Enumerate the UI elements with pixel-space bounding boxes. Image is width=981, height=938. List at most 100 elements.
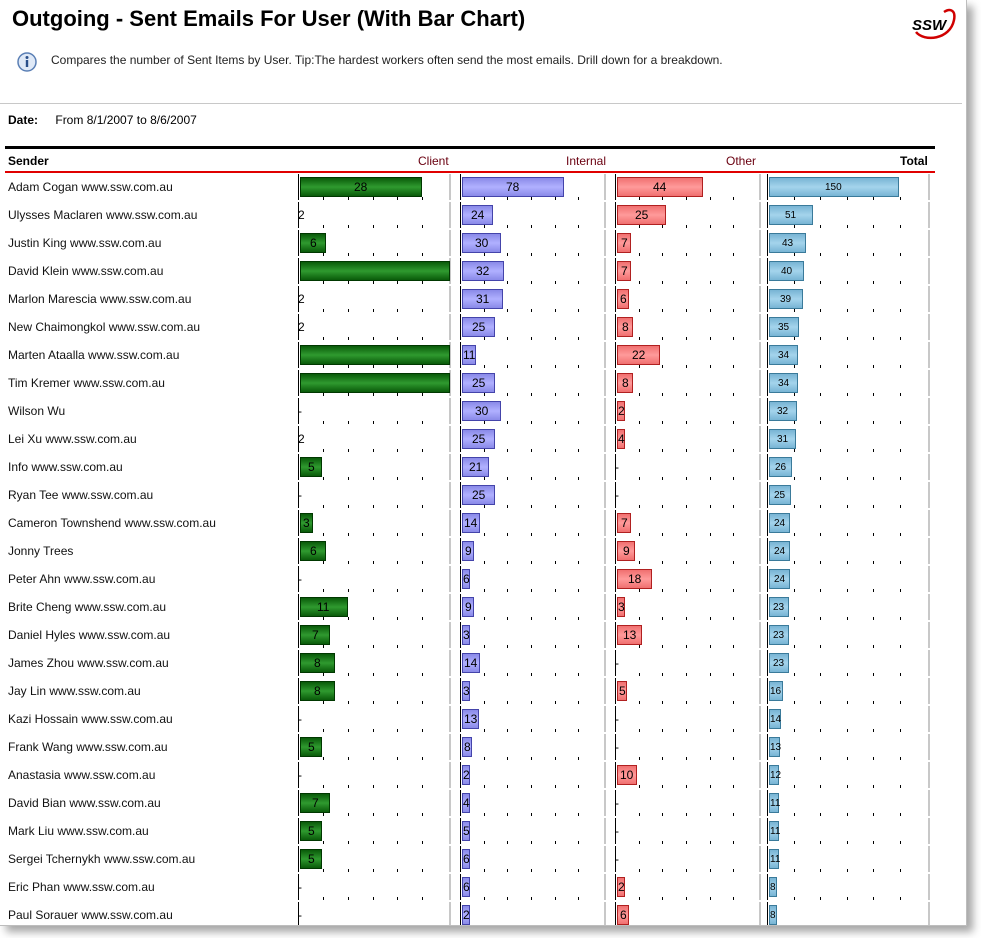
- sender-link[interactable]: Frank Wang www.ssw.com.au: [8, 740, 168, 754]
- table-row[interactable]: James Zhou www.ssw.com.au 8 14 - 23: [0, 649, 966, 677]
- tick-mark: [555, 421, 556, 424]
- tick-mark: [900, 253, 901, 256]
- tick-mark: [531, 337, 532, 340]
- tick-mark: [710, 225, 711, 228]
- table-row[interactable]: Paul Sorauer www.ssw.com.au - 2 6 8: [0, 901, 966, 926]
- sender-link[interactable]: New Chaimongkol www.ssw.com.au: [8, 320, 200, 334]
- total-cell: 13: [767, 734, 930, 760]
- client-cell: [298, 370, 451, 396]
- tick-mark: [873, 701, 874, 704]
- tick-mark: [373, 617, 374, 620]
- sender-link[interactable]: Paul Sorauer www.ssw.com.au: [8, 908, 173, 922]
- table-row[interactable]: Frank Wang www.ssw.com.au 5 8 - 13: [0, 733, 966, 761]
- table-row[interactable]: Wilson Wu - 30 2 32: [0, 397, 966, 425]
- table-row[interactable]: David Klein www.ssw.com.au 32 7 40: [0, 257, 966, 285]
- tick-mark: [847, 925, 848, 926]
- tick-mark: [662, 533, 663, 536]
- table-row[interactable]: Ulysses Maclaren www.ssw.com.au 2 24 25 51: [0, 201, 966, 229]
- tick-mark: [397, 617, 398, 620]
- sender-link[interactable]: Justin King www.ssw.com.au: [8, 236, 161, 250]
- sender-link[interactable]: Brite Cheng www.ssw.com.au: [8, 600, 166, 614]
- sender-link[interactable]: Info www.ssw.com.au: [8, 460, 123, 474]
- sender-link[interactable]: Marten Ataalla www.ssw.com.au: [8, 348, 179, 362]
- table-row[interactable]: Ryan Tee www.ssw.com.au - 25 - 25: [0, 481, 966, 509]
- tick-mark: [348, 449, 349, 452]
- sender-link[interactable]: Jay Lin www.ssw.com.au: [8, 684, 141, 698]
- tick-mark: [555, 533, 556, 536]
- sender-link[interactable]: David Bian www.ssw.com.au: [8, 796, 161, 810]
- tick-mark: [531, 225, 532, 228]
- sender-link[interactable]: Ryan Tee www.ssw.com.au: [8, 488, 153, 502]
- tick-mark: [484, 533, 485, 536]
- table-row[interactable]: Cameron Townshend www.ssw.com.au 3 14 7 24: [0, 509, 966, 537]
- table-row[interactable]: Marlon Marescia www.ssw.com.au 2 31 6 39: [0, 285, 966, 313]
- table-row[interactable]: Anastasia www.ssw.com.au - 2 10 12: [0, 761, 966, 789]
- client-value: 11: [317, 600, 330, 614]
- sender-link[interactable]: Mark Liu www.ssw.com.au: [8, 824, 149, 838]
- table-row[interactable]: Kazi Hossain www.ssw.com.au - 13 - 14: [0, 705, 966, 733]
- other-value: 25: [635, 208, 649, 222]
- table-row[interactable]: Justin King www.ssw.com.au 6 30 7 43: [0, 229, 966, 257]
- table-row[interactable]: Brite Cheng www.ssw.com.au 11 9 3 23: [0, 593, 966, 621]
- table-row[interactable]: Lei Xu www.ssw.com.au 2 25 4 31: [0, 425, 966, 453]
- other-value: 3: [618, 600, 625, 614]
- tick-mark: [900, 729, 901, 732]
- cell-border: [449, 650, 451, 676]
- total-cell: 40: [767, 258, 930, 284]
- tick-mark: [507, 729, 508, 732]
- table-row[interactable]: Sergei Tchernykh www.ssw.com.au 5 6 - 11: [0, 845, 966, 873]
- table-row[interactable]: Jonny Trees 6 9 9 24: [0, 537, 966, 565]
- tick-mark: [348, 617, 349, 620]
- tick-mark: [900, 869, 901, 872]
- sender-link[interactable]: Jonny Trees: [8, 544, 73, 558]
- sender-link[interactable]: Eric Phan www.ssw.com.au: [8, 880, 155, 894]
- sender-link[interactable]: Kazi Hossain www.ssw.com.au: [8, 712, 173, 726]
- table-row[interactable]: New Chaimongkol www.ssw.com.au 2 25 8 35: [0, 313, 966, 341]
- sender-link[interactable]: Sergei Tchernykh www.ssw.com.au: [8, 852, 195, 866]
- sender-link[interactable]: Wilson Wu: [8, 404, 65, 418]
- sender-link[interactable]: David Klein www.ssw.com.au: [8, 264, 163, 278]
- table-row[interactable]: Mark Liu www.ssw.com.au 5 5 - 11: [0, 817, 966, 845]
- cell-border: [449, 874, 451, 900]
- internal-value: 78: [506, 180, 520, 194]
- table-row[interactable]: Adam Cogan www.ssw.com.au 28 78 44 150: [0, 173, 966, 201]
- sender-link[interactable]: Ulysses Maclaren www.ssw.com.au: [8, 208, 197, 222]
- table-row[interactable]: Peter Ahn www.ssw.com.au - 6 18 24: [0, 565, 966, 593]
- tick-mark: [323, 393, 324, 396]
- tick-mark: [662, 337, 663, 340]
- axis-line: [767, 370, 768, 396]
- sender-link[interactable]: Lei Xu www.ssw.com.au: [8, 432, 137, 446]
- tick-mark: [397, 365, 398, 368]
- axis-line: [615, 874, 616, 900]
- tick-mark: [662, 757, 663, 760]
- table-row[interactable]: Eric Phan www.ssw.com.au - 6 2 8: [0, 873, 966, 901]
- table-row[interactable]: Jay Lin www.ssw.com.au 8 3 5 16: [0, 677, 966, 705]
- sender-link[interactable]: James Zhou www.ssw.com.au: [8, 656, 169, 670]
- tick-mark: [555, 253, 556, 256]
- tick-mark: [484, 561, 485, 564]
- sender-link[interactable]: Cameron Townshend www.ssw.com.au: [8, 516, 216, 530]
- table-row[interactable]: Tim Kremer www.ssw.com.au 25 8 34: [0, 369, 966, 397]
- sender-link[interactable]: Peter Ahn www.ssw.com.au: [8, 572, 155, 586]
- tick-mark: [578, 365, 579, 368]
- table-row[interactable]: David Bian www.ssw.com.au 7 4 - 11: [0, 789, 966, 817]
- sender-link[interactable]: Anastasia www.ssw.com.au: [8, 768, 155, 782]
- table-row[interactable]: Daniel Hyles www.ssw.com.au 7 3 13 23: [0, 621, 966, 649]
- tick-mark: [507, 645, 508, 648]
- sender-link[interactable]: Adam Cogan www.ssw.com.au: [8, 180, 173, 194]
- internal-value: 13: [464, 712, 478, 726]
- table-row[interactable]: Marten Ataalla www.ssw.com.au 11 22 34: [0, 341, 966, 369]
- tick-mark: [847, 869, 848, 872]
- tick-mark: [578, 729, 579, 732]
- table-row[interactable]: Info www.ssw.com.au 5 21 - 26: [0, 453, 966, 481]
- sender-link[interactable]: Tim Kremer www.ssw.com.au: [8, 376, 165, 390]
- tick-mark: [348, 645, 349, 648]
- sender-link[interactable]: Marlon Marescia www.ssw.com.au: [8, 292, 191, 306]
- tick-mark: [639, 925, 640, 926]
- client-bar[interactable]: [300, 345, 450, 365]
- client-bar[interactable]: [300, 373, 450, 393]
- client-bar[interactable]: [300, 261, 450, 281]
- cell-border: [449, 314, 451, 340]
- other-cell: -: [615, 790, 761, 816]
- sender-link[interactable]: Daniel Hyles www.ssw.com.au: [8, 628, 170, 642]
